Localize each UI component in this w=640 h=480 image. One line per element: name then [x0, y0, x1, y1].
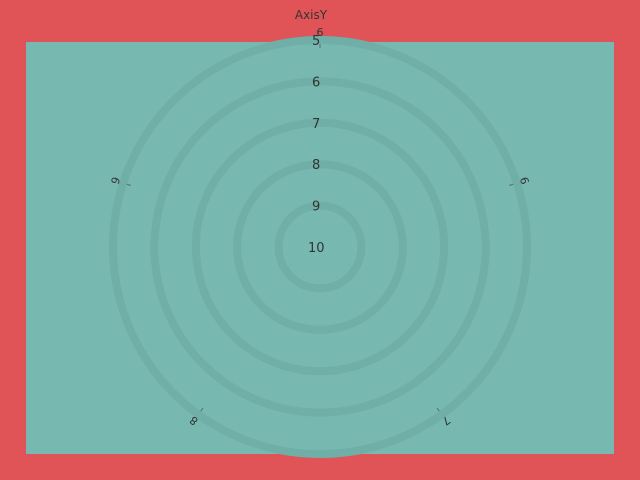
angular-tick-label: 6	[317, 26, 324, 39]
radial-tick-label: 9	[312, 200, 320, 215]
radial-tick-label: 10	[308, 241, 325, 256]
radial-tick-label: 6	[312, 75, 320, 90]
y-axis-title: AxisY	[295, 8, 328, 22]
chart-canvas: 5678910 67896 AxisY	[26, 8, 614, 458]
radial-tick-label: 8	[312, 158, 320, 173]
radial-tick-label: 7	[312, 117, 320, 132]
polar-chart: 5 6 7 8 9 10 67896 AxisY	[0, 0, 640, 480]
